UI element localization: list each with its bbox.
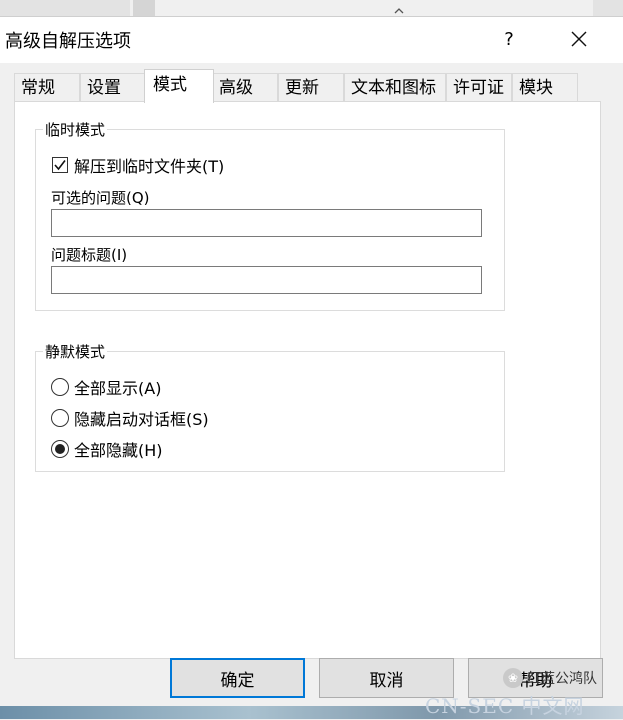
question-title-label: 问题标题(I): [51, 246, 128, 264]
tab-settings[interactable]: 设置: [80, 73, 146, 101]
radio-selected-dot: [55, 444, 65, 454]
title-bar: 高级自解压选项 ?: [0, 17, 623, 63]
silent-mode-legend: 静默模式: [43, 341, 108, 362]
mode-tab-panel: 临时模式 解压到临时文件夹(T) 可选的问题(Q) 问题标题(I) 静默模式 全…: [14, 101, 601, 659]
temp-mode-legend: 临时模式: [43, 119, 108, 140]
watermark-account-text: 红蓝公鸿队: [527, 671, 597, 687]
temp-mode-group: 临时模式 解压到临时文件夹(T) 可选的问题(Q) 问题标题(I): [35, 119, 505, 311]
tab-modules[interactable]: 模块: [512, 73, 578, 101]
tab-advanced[interactable]: 高级: [212, 73, 278, 101]
silent-mode-group: 静默模式 全部显示(A) 隐藏启动对话框(S) 全部隐藏(H): [35, 341, 505, 472]
extract-to-temp-checkbox[interactable]: 解压到临时文件夹(T): [52, 153, 224, 177]
watermark-account: ❀ 红蓝公鸿队: [503, 668, 597, 688]
tab-license[interactable]: 许可证: [446, 73, 512, 101]
radio-show-all-label: 全部显示(A): [74, 379, 162, 398]
radio-button[interactable]: [51, 378, 69, 396]
tab-mode[interactable]: 模式: [144, 69, 214, 103]
radio-hide-all-label: 全部隐藏(H): [74, 441, 163, 460]
help-title-button[interactable]: ?: [486, 19, 532, 59]
tab-general[interactable]: 常规: [14, 73, 80, 101]
dialog-title: 高级自解压选项: [5, 31, 131, 52]
tab-bar: 常规 设置 模式 高级 更新 文本和图标 许可证 模块: [14, 69, 604, 103]
tab-update[interactable]: 更新: [278, 73, 344, 101]
radio-hide-start-dialog[interactable]: 隐藏启动对话框(S): [51, 406, 209, 430]
optional-question-input[interactable]: [51, 209, 482, 237]
extract-to-temp-label: 解压到临时文件夹(T): [74, 157, 225, 176]
close-icon: [571, 31, 587, 47]
wechat-logo-icon: ❀: [503, 668, 523, 688]
radio-button[interactable]: [51, 440, 69, 458]
tab-text-and-icon[interactable]: 文本和图标: [344, 73, 446, 101]
advanced-sfx-options-dialog: 高级自解压选项 ? 常规 设置 模式 高级 更新 文本和图标 许可证 模块 临时…: [0, 16, 623, 720]
radio-hide-start-dialog-label: 隐藏启动对话框(S): [74, 410, 209, 429]
ok-button[interactable]: 确定: [170, 658, 305, 698]
question-title-input[interactable]: [51, 266, 482, 294]
optional-question-label: 可选的问题(Q): [51, 189, 150, 207]
radio-hide-all[interactable]: 全部隐藏(H): [51, 437, 163, 461]
checkbox-box[interactable]: [52, 157, 68, 173]
checkmark-icon: [54, 160, 66, 171]
radio-show-all[interactable]: 全部显示(A): [51, 375, 161, 399]
chevron-up-icon: [394, 8, 404, 14]
watermark-site: CN-SEC 中文网: [425, 694, 585, 718]
radio-button[interactable]: [51, 409, 69, 427]
close-button[interactable]: [556, 19, 602, 59]
